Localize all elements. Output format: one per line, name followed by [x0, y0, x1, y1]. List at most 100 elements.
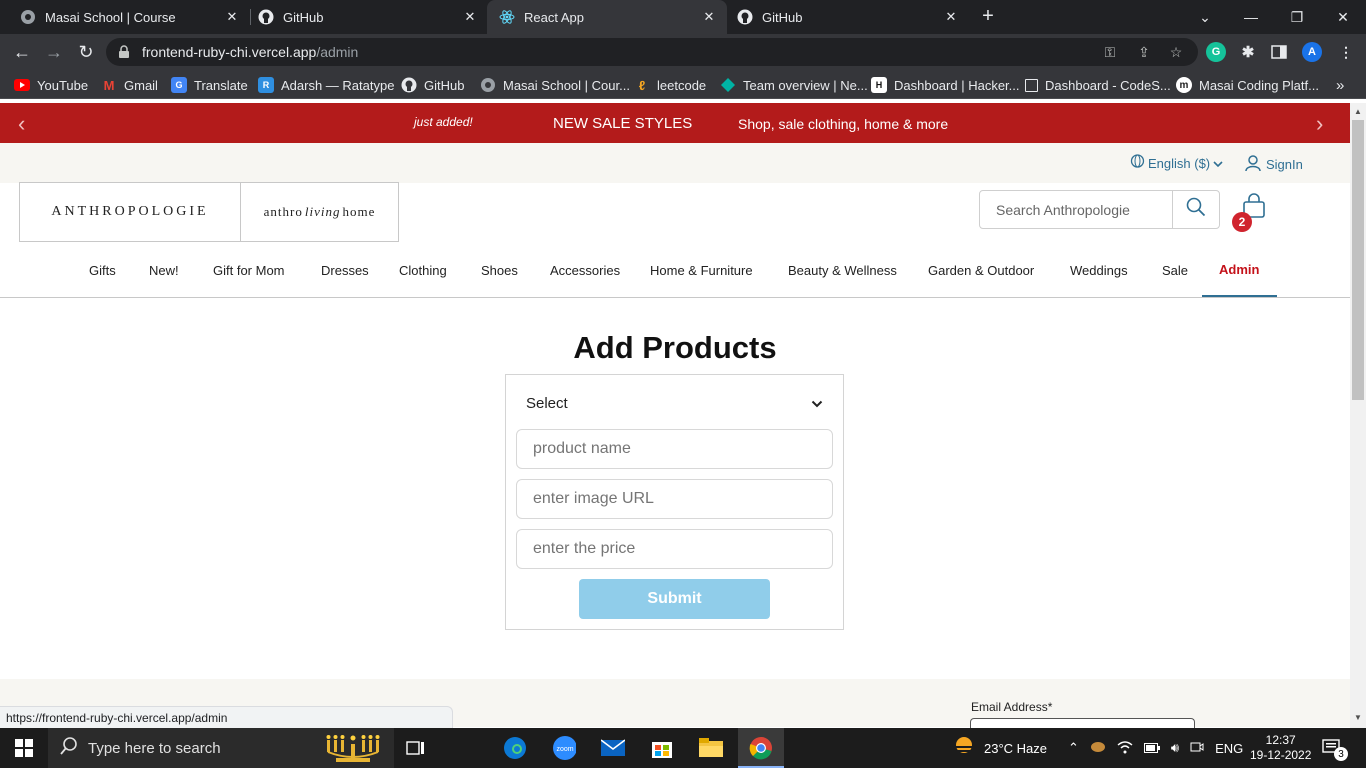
search-button[interactable]	[1172, 191, 1219, 228]
share-icon[interactable]: ⇪	[1136, 44, 1152, 60]
window-close-icon[interactable]: ✕	[1320, 0, 1366, 34]
masai-m-icon: m	[1176, 77, 1192, 93]
tab-github-2[interactable]: GitHub ✕	[717, 0, 969, 34]
bookmark-star-icon[interactable]: ☆	[1168, 44, 1184, 60]
input-language[interactable]: ENG	[1215, 741, 1243, 756]
nav-new[interactable]: New!	[149, 263, 179, 278]
submit-button[interactable]: Submit	[579, 579, 770, 619]
nav-accessories[interactable]: Accessories	[550, 263, 620, 278]
forward-arrow-icon[interactable]: →	[42, 40, 66, 64]
clock[interactable]: 12:37 19-12-2022	[1250, 728, 1311, 768]
nav-gift-for-mom[interactable]: Gift for Mom	[213, 263, 285, 278]
nav-admin[interactable]: Admin	[1219, 262, 1259, 277]
github-icon	[258, 9, 274, 25]
haze-sun-icon	[952, 736, 976, 761]
bookmark-codesignal[interactable]: Dashboard - CodeS...	[1025, 75, 1171, 95]
promo-shop-link[interactable]: Shop, sale clothing, home & more	[738, 116, 948, 132]
nav-active-underline	[1202, 295, 1277, 297]
restore-icon[interactable]: ❐	[1274, 0, 1320, 34]
youtube-icon	[14, 77, 30, 93]
tab-github[interactable]: GitHub ✕	[238, 0, 488, 34]
github-icon	[401, 77, 417, 93]
bookmark-hackerrank[interactable]: H Dashboard | Hacker...	[871, 75, 1020, 95]
gmail-icon: M	[103, 77, 115, 93]
promo-sale-title[interactable]: NEW SALE STYLES	[553, 115, 692, 132]
profile-avatar[interactable]: A	[1302, 42, 1322, 62]
back-arrow-icon[interactable]: ←	[10, 40, 34, 64]
taskbar-search[interactable]: Type here to search	[48, 728, 394, 768]
new-tab-icon[interactable]: +	[978, 6, 998, 26]
minimize-icon[interactable]: —	[1228, 0, 1274, 34]
close-icon[interactable]: ✕	[943, 9, 959, 25]
edge-icon[interactable]	[503, 736, 527, 760]
side-panel-icon[interactable]	[1269, 42, 1289, 62]
masai-icon	[20, 9, 36, 25]
bookmark-github[interactable]: GitHub	[401, 75, 464, 95]
app-tray-icon[interactable]	[1090, 741, 1106, 756]
cart-button[interactable]: 2	[1232, 192, 1270, 232]
battery-icon[interactable]	[1143, 741, 1160, 756]
bookmark-masai[interactable]: Masai School | Cour...	[480, 75, 630, 95]
search-input[interactable]	[980, 191, 1172, 228]
bookmark-gmail[interactable]: M Gmail	[101, 75, 158, 95]
language-selector[interactable]: English ($)	[1130, 154, 1223, 172]
chevron-right-icon[interactable]: ›	[1316, 111, 1323, 137]
bookmark-translate[interactable]: G Translate	[171, 75, 248, 95]
nav-clothing[interactable]: Clothing	[399, 263, 447, 278]
nav-garden-outdoor[interactable]: Garden & Outdoor	[928, 263, 1034, 278]
nav-home-furniture[interactable]: Home & Furniture	[650, 263, 753, 278]
mail-icon[interactable]	[601, 736, 625, 760]
tab-masai-school[interactable]: Masai School | Course ✕	[0, 0, 250, 34]
scrollbar-thumb[interactable]	[1352, 120, 1364, 400]
category-select[interactable]: Select	[516, 385, 833, 421]
tab-title: React App	[524, 9, 584, 25]
close-icon[interactable]: ✕	[462, 9, 478, 25]
signin-link[interactable]: SignIn	[1244, 154, 1303, 175]
product-name-input[interactable]	[516, 429, 833, 469]
nav-dresses[interactable]: Dresses	[321, 263, 369, 278]
notification-center[interactable]: 3	[1322, 728, 1354, 768]
chrome-taskbar-button[interactable]	[738, 728, 784, 768]
tab-react-app[interactable]: React App ✕	[487, 0, 727, 34]
address-bar[interactable]: frontend-ruby-chi.vercel.app/admin ⚿ ⇪ ☆	[106, 38, 1198, 66]
store-icon[interactable]	[650, 736, 674, 760]
bookmark-ratatype[interactable]: R Adarsh — Ratatype	[258, 75, 394, 95]
task-view-icon[interactable]	[404, 736, 428, 760]
more-bookmarks-icon[interactable]: »	[1336, 75, 1344, 95]
bookmark-leetcode[interactable]: ℓ leetcode	[634, 75, 706, 95]
nav-shoes[interactable]: Shoes	[481, 263, 518, 278]
meet-now-icon[interactable]	[1190, 740, 1204, 757]
bookmark-team-overview[interactable]: Team overview | Ne...	[720, 75, 868, 95]
globe-icon	[1130, 154, 1145, 172]
nav-sale[interactable]: Sale	[1162, 263, 1188, 278]
page-scrollbar[interactable]: ▲ ▼	[1350, 103, 1366, 728]
volume-icon[interactable]: 🔊︎	[1171, 740, 1179, 756]
close-icon[interactable]: ✕	[701, 9, 717, 25]
file-explorer-icon[interactable]	[699, 736, 723, 760]
image-url-input[interactable]	[516, 479, 833, 519]
tab-search-chevron-icon[interactable]: ⌄	[1182, 0, 1228, 34]
main-nav: Gifts New! Gift for Mom Dresses Clothing…	[0, 242, 1350, 298]
hackerrank-icon: H	[871, 77, 887, 93]
reload-icon[interactable]: ↻	[74, 40, 98, 64]
nav-beauty-wellness[interactable]: Beauty & Wellness	[788, 263, 897, 278]
bookmark-masai-coding[interactable]: m Masai Coding Platf...	[1176, 75, 1319, 95]
chevron-left-icon[interactable]: ‹	[18, 111, 25, 137]
anthropologie-logo[interactable]: ANTHROPOLOGIE	[20, 183, 241, 241]
nav-weddings[interactable]: Weddings	[1070, 263, 1128, 278]
nav-gifts[interactable]: Gifts	[89, 263, 116, 278]
grammarly-icon[interactable]: G	[1206, 42, 1226, 62]
key-icon[interactable]: ⚿	[1102, 44, 1118, 60]
scroll-down-arrow-icon[interactable]: ▼	[1350, 711, 1366, 725]
bookmark-youtube[interactable]: YouTube	[14, 75, 88, 95]
chevron-up-icon[interactable]: ⌃	[1068, 740, 1079, 756]
menu-kebab-icon[interactable]: ⋮	[1336, 42, 1356, 62]
zoom-icon[interactable]: zoom	[552, 736, 576, 760]
anthro-living-home-logo[interactable]: anthro living home	[241, 183, 398, 241]
wifi-icon[interactable]	[1117, 740, 1133, 757]
scroll-up-arrow-icon[interactable]: ▲	[1350, 105, 1366, 119]
price-input[interactable]	[516, 529, 833, 569]
extensions-puzzle-icon[interactable]: ✱	[1238, 42, 1258, 62]
weather-widget[interactable]: 23°C Haze	[952, 728, 1047, 768]
windows-start-icon[interactable]	[12, 736, 36, 760]
